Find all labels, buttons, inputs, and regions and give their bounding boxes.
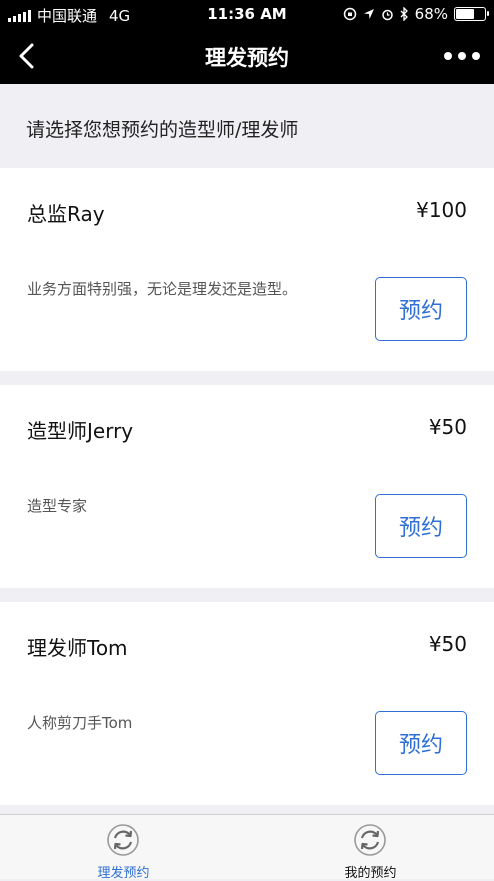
- status-bar: 中国联通 4G 11:36 AM 68%: [0, 0, 494, 28]
- stylist-price: ¥50: [428, 415, 467, 439]
- tab-my-bookings[interactable]: 我的预约: [247, 815, 494, 881]
- battery-percent: 68%: [414, 5, 448, 23]
- tab-bar: 理发预约 我的预约: [0, 814, 494, 881]
- battery-icon: [454, 7, 489, 21]
- tab-label: 理发预约: [97, 866, 150, 881]
- stylist-description: 造型专家: [27, 497, 88, 515]
- stylist-price: ¥50: [428, 632, 467, 656]
- stylist-card-ray: 总监Ray ¥100 业务方面特别强，无论是理发还是造型。 预约: [0, 168, 494, 371]
- stylist-card-jerry: 造型师Jerry ¥50 造型专家 预约: [0, 385, 494, 588]
- alarm-icon: [381, 9, 393, 20]
- refresh-cycle-icon: [354, 824, 386, 856]
- book-button-jerry[interactable]: 预约: [375, 494, 467, 558]
- stylist-name: 造型师Jerry: [27, 419, 134, 443]
- rotation-lock-icon: [343, 7, 356, 21]
- stylist-card-tom: 理发师Tom ¥50 人称剪刀手Tom 预约: [0, 602, 494, 805]
- stylist-price: ¥100: [416, 198, 467, 222]
- stylist-name: 总监Ray: [27, 202, 105, 226]
- stylist-description: 业务方面特别强，无论是理发还是造型。: [27, 280, 298, 298]
- tab-book-haircut[interactable]: 理发预约: [0, 815, 247, 881]
- stylist-name: 理发师Tom: [27, 636, 128, 660]
- page-title: 理发预约: [205, 46, 289, 70]
- list-heading: 请选择您想预约的造型师/理发师: [0, 84, 494, 168]
- book-button-ray[interactable]: 预约: [375, 277, 467, 341]
- list-heading-text: 请选择您想预约的造型师/理发师: [26, 119, 299, 141]
- more-dots-icon[interactable]: [444, 46, 480, 66]
- battery-level: [456, 9, 475, 19]
- location-arrow-icon: [363, 9, 374, 19]
- refresh-cycle-icon: [107, 824, 139, 856]
- bluetooth-icon: [400, 7, 408, 21]
- stylist-description: 人称剪刀手Tom: [27, 714, 133, 732]
- book-button-tom[interactable]: 预约: [375, 711, 467, 775]
- nav-bar: 理发预约: [0, 28, 494, 84]
- tab-label: 我的预约: [344, 866, 397, 881]
- status-right: 68%: [343, 5, 489, 23]
